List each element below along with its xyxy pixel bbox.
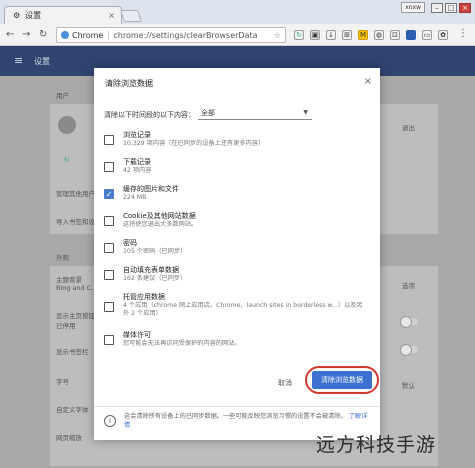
settings-page: ≡ 设置 用户 ↻ 退出 管理其他用户 导入书签和设置 外观 主题背景 Blog…: [0, 46, 475, 468]
custom-fonts-label: 自定义字体: [56, 406, 89, 414]
option-label: 浏览记录: [123, 131, 151, 139]
option-desc: 这将使您退出大多数网站。: [123, 221, 198, 228]
option-label: 下载记录: [123, 158, 151, 166]
dialog-title: 清除浏览数据: [105, 79, 153, 88]
tab-close-icon[interactable]: ×: [108, 11, 115, 20]
option-desc: 10,329 项内容（在已同步的设备上还有更多内容）: [123, 140, 265, 147]
sync-note: 这会清除所有设备上的已同步数据。一些可能反映您浏览习惯的设置不会被清除。 了解详…: [124, 412, 372, 430]
address-bar[interactable]: Chrome chrome://settings/clearBrowserDat…: [56, 27, 286, 43]
extension-icon[interactable]: ▭: [422, 30, 432, 40]
bookmark-star-icon[interactable]: ☆: [274, 31, 281, 40]
checkbox[interactable]: [104, 302, 114, 312]
checkbox[interactable]: [104, 162, 114, 172]
extension-icon[interactable]: [406, 30, 416, 40]
browser-titlebar: ⚙ 设置 × xnxw – □ ×: [0, 0, 475, 24]
checkbox-checked[interactable]: ✓: [104, 189, 114, 199]
manage-users-link[interactable]: 管理其他用户: [56, 188, 95, 198]
section-appearance: 外观: [56, 254, 69, 262]
time-range-label: 清除以下时间段的以下内容：: [104, 111, 195, 119]
cancel-button[interactable]: 取消: [278, 378, 292, 388]
option-cookies[interactable]: Cookie及其他网站数据 这将使您退出大多数网站。: [104, 211, 370, 235]
checkbox[interactable]: [104, 270, 114, 280]
dropdown-arrow-icon: ▼: [303, 109, 308, 116]
info-icon: i: [104, 415, 116, 427]
bookmarks-toggle[interactable]: [400, 344, 418, 356]
option-label: 托管应用数据: [123, 293, 165, 301]
window-close-button[interactable]: ×: [459, 2, 471, 13]
zoom-label: 网页缩放: [56, 434, 82, 442]
extension-icon[interactable]: ⊞: [342, 30, 352, 40]
gear-icon: ⚙: [13, 11, 21, 20]
checkbox[interactable]: [104, 216, 114, 226]
settings-title: 设置: [34, 57, 50, 66]
option-label: 自动填充表单数据: [123, 266, 179, 274]
option-desc: 105 个密码（已同步）: [123, 248, 187, 255]
option-hosted-apps[interactable]: 托管应用数据 4 个应用（chrome 网上应用店、Chrome、launch …: [104, 292, 370, 326]
theme-sub: Blog and C...: [56, 284, 98, 292]
option-desc: 162 条建议（已同步）: [123, 275, 187, 282]
time-range-value: 全部: [201, 109, 215, 117]
sync-icon: ↻: [64, 156, 70, 164]
option-label: 密码: [123, 239, 137, 247]
theme-option[interactable]: 选项: [402, 280, 415, 290]
option-desc: 您可能会无法再访问受保护的内容的网站。: [123, 340, 241, 347]
font-size-label: 字号: [56, 378, 69, 386]
home-button-label: 显示主页按钮: [56, 312, 95, 320]
back-arrow-icon[interactable]: ←: [6, 29, 14, 40]
extension-icon[interactable]: ▣: [310, 30, 320, 40]
option-cached-files[interactable]: ✓ 缓存的图片和文件 224 MB: [104, 184, 370, 208]
address-url: chrome://settings/clearBrowserData: [113, 30, 258, 40]
close-icon[interactable]: ×: [364, 76, 372, 87]
option-download-history[interactable]: 下载记录 42 项内容: [104, 157, 370, 181]
option-media-licenses[interactable]: 媒体许可 您可能会无法再访问受保护的内容的网站。: [104, 330, 370, 354]
checkbox[interactable]: [104, 135, 114, 145]
tab-settings[interactable]: ⚙ 设置 ×: [4, 6, 122, 24]
sync-note-text: 这会清除所有设备上的已同步数据。一些可能反映您浏览习惯的设置不会被清除。: [124, 413, 347, 420]
clear-data-button[interactable]: 清除浏览数据: [312, 371, 372, 389]
chrome-icon: [61, 31, 69, 39]
option-passwords[interactable]: 密码 105 个密码（已同步）: [104, 238, 370, 262]
option-label: 缓存的图片和文件: [123, 185, 179, 193]
reload-icon[interactable]: ↻: [39, 29, 47, 40]
window-controls: xnxw – □ ×: [401, 2, 471, 13]
menu-dots-icon[interactable]: ⋮: [458, 28, 468, 39]
option-browsing-history[interactable]: 浏览记录 10,329 项内容（在已同步的设备上还有更多内容）: [104, 130, 370, 154]
home-button-toggle[interactable]: [400, 316, 418, 328]
home-button-sub: 已停用: [56, 322, 76, 330]
avatar: [58, 116, 76, 134]
watermark: 远方科技手游: [316, 434, 437, 456]
minimize-button[interactable]: –: [431, 2, 443, 13]
option-desc: 42 项内容: [123, 167, 152, 174]
extension-icon[interactable]: M: [358, 30, 368, 40]
extension-icon[interactable]: ◍: [374, 30, 384, 40]
extension-icon[interactable]: ✿: [438, 30, 448, 40]
forward-arrow-icon[interactable]: →: [22, 29, 30, 40]
browser-toolbar: ← → ↻ Chrome chrome://settings/clearBrow…: [0, 24, 475, 46]
hamburger-menu-icon[interactable]: ≡: [14, 54, 23, 67]
clear-browsing-data-dialog: 清除浏览数据 × 清除以下时间段的以下内容： 全部 ▼ 浏览记录 10,329 …: [94, 68, 380, 440]
time-range-select[interactable]: 全部 ▼: [198, 108, 312, 120]
option-desc: 4 个应用（chrome 网上应用店、Chrome、launch sites i…: [123, 302, 363, 317]
bookmarks-bar-label: 显示书签栏: [56, 348, 89, 356]
section-people: 用户: [56, 92, 69, 100]
checkbox[interactable]: [104, 243, 114, 253]
extension-icon[interactable]: ⊡: [390, 30, 400, 40]
signout-button[interactable]: 退出: [402, 122, 415, 132]
new-tab-button[interactable]: [119, 10, 143, 22]
extension-icon[interactable]: ↓: [326, 30, 336, 40]
option-label: 媒体许可: [123, 331, 151, 339]
theme-label: 主题背景: [56, 276, 82, 284]
divider: [94, 406, 380, 407]
font-size-default[interactable]: 默认: [402, 380, 415, 390]
option-desc: 224 MB: [123, 194, 147, 201]
maximize-button[interactable]: □: [445, 2, 457, 13]
profile-button[interactable]: xnxw: [401, 2, 425, 13]
option-autofill[interactable]: 自动填充表单数据 162 条建议（已同步）: [104, 265, 370, 289]
tab-title: 设置: [25, 11, 42, 20]
checkbox[interactable]: [104, 335, 114, 345]
extension-icon[interactable]: ↻: [294, 30, 304, 40]
option-label: Cookie及其他网站数据: [123, 212, 196, 220]
address-scheme: Chrome: [72, 30, 110, 40]
